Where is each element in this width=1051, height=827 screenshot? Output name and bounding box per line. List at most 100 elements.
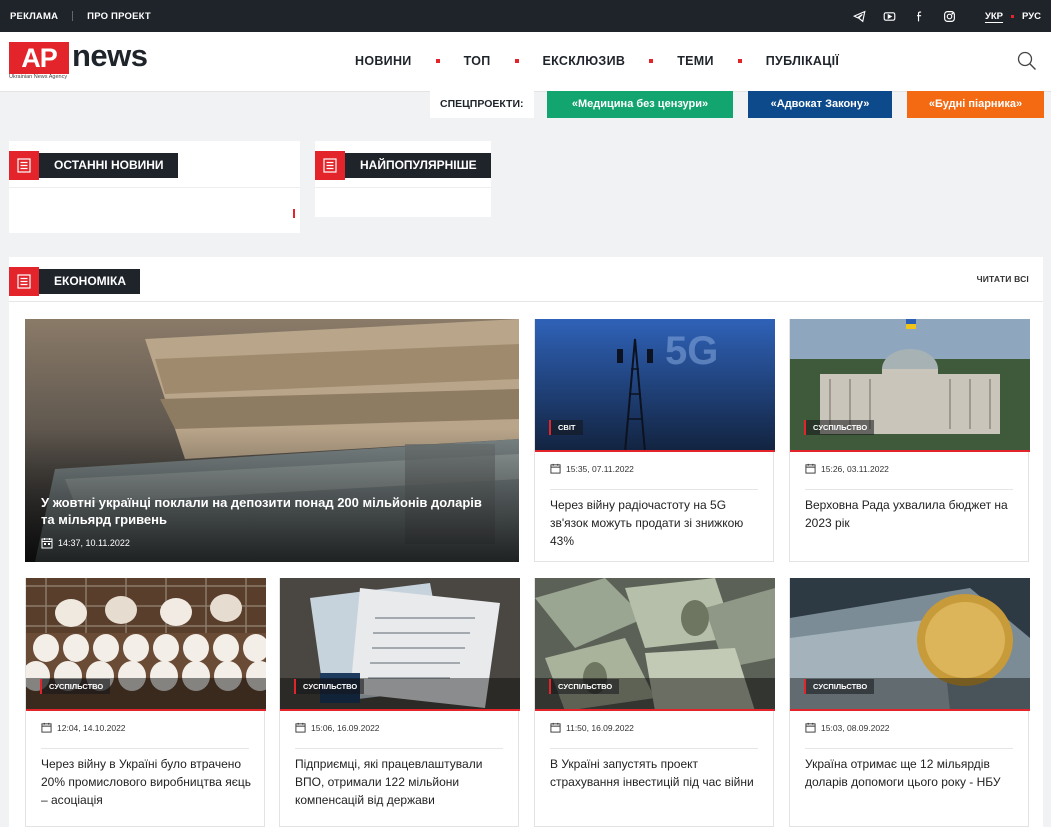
special-project-pr-button[interactable]: «Будні піарника»: [907, 91, 1044, 118]
svg-text:5G: 5G: [665, 329, 718, 373]
special-projects: СПЕЦПРОЕКТИ:: [430, 91, 534, 118]
nav-item-publications[interactable]: ПУБЛІКАЦІЇ: [766, 54, 839, 68]
nav-dot: [435, 59, 440, 63]
featured-title[interactable]: У жовтні українці поклали на депозити по…: [41, 494, 495, 528]
news-list-icon: [315, 151, 345, 180]
card-date: 15:06, 16.09.2022: [311, 722, 380, 733]
logo-mark: AP: [9, 42, 69, 74]
instagram-icon[interactable]: [943, 9, 957, 23]
card-date: 12:04, 14.10.2022: [57, 722, 126, 733]
card-title[interactable]: Підприємці, які працевлаштували ВПО, отр…: [295, 755, 506, 809]
nav-dot: [737, 59, 742, 63]
nav-dot: [649, 59, 654, 63]
calendar-icon: [550, 722, 561, 733]
about-link[interactable]: ПРО ПРОЕКТ: [87, 11, 151, 22]
latest-news-widget: ОСТАННІ НОВИНИ: [9, 141, 300, 233]
calendar-icon: [805, 463, 816, 474]
divider: [315, 187, 491, 188]
card-image: СУСПІЛЬСТВО: [26, 578, 266, 711]
divider: [72, 11, 74, 21]
card-meta: 15:35, 07.11.2022: [550, 463, 634, 474]
widget-title-popular: НАЙПОПУЛЯРНІШЕ: [315, 151, 491, 180]
calendar-icon: [41, 722, 52, 733]
news-card[interactable]: СУСПІЛЬСТВО 12:04, 14.10.2022 Через війн…: [25, 578, 266, 827]
card-title[interactable]: Через війну радіочастоту на 5G зв'язок м…: [550, 496, 761, 550]
card-date: 11:50, 16.09.2022: [566, 722, 634, 733]
special-projects-label: СПЕЦПРОЕКТИ:: [430, 91, 534, 118]
card-image: 5G СВІТ: [535, 319, 775, 452]
nav-item-news[interactable]: НОВИНИ: [355, 54, 412, 68]
featured-date: 14:37, 10.11.2022: [58, 538, 130, 548]
featured-meta: 14:37, 10.11.2022: [41, 537, 130, 549]
divider: [9, 187, 300, 188]
card-meta: 15:06, 16.09.2022: [295, 722, 380, 733]
card-title[interactable]: Україна отримає ще 12 мільярдів доларів …: [805, 755, 1016, 791]
category-badge[interactable]: СУСПІЛЬСТВО: [40, 679, 111, 694]
card-title[interactable]: В Україні запустять проект страхування і…: [550, 755, 761, 791]
widget-title-latest: ОСТАННІ НОВИНИ: [9, 151, 178, 180]
divider: [295, 748, 503, 749]
telegram-icon[interactable]: [853, 9, 867, 23]
nav-item-top[interactable]: ТОП: [464, 54, 491, 68]
card-date: 15:35, 07.11.2022: [566, 463, 634, 474]
card-title[interactable]: Верховна Рада ухвалила бюджет на 2023 рі…: [805, 496, 1016, 532]
featured-article[interactable]: У жовтні українці поклали на депозити по…: [25, 319, 519, 562]
lang-separator: [1011, 14, 1015, 18]
card-date: 15:03, 08.09.2022: [821, 722, 890, 733]
divider: [805, 489, 1013, 490]
lang-ukr[interactable]: УКР: [985, 11, 1003, 22]
calendar-icon: [295, 722, 306, 733]
category-badge[interactable]: СУСПІЛЬСТВО: [804, 420, 875, 435]
card-date: 15:26, 03.11.2022: [821, 463, 889, 474]
popular-widget: НАЙПОПУЛЯРНІШЕ: [315, 141, 491, 217]
news-list-icon: [9, 267, 39, 296]
card-title[interactable]: Через війну в Україні було втрачено 20% …: [41, 755, 252, 809]
card-image: СУСПІЛЬСТВО: [790, 319, 1030, 452]
card-meta: 15:26, 03.11.2022: [805, 463, 889, 474]
site-header: AP news Ukrainian News Agency НОВИНИ ТОП…: [0, 32, 1051, 92]
card-meta: 15:03, 08.09.2022: [805, 722, 890, 733]
top-bar: РЕКЛАМА ПРО ПРОЕКТ УКР РУС: [0, 0, 1051, 32]
divider: [550, 489, 758, 490]
section-title: ЕКОНОМІКА: [9, 267, 140, 296]
facebook-icon[interactable]: [913, 9, 927, 23]
special-project-medicine-button[interactable]: «Медицина без цензури»: [547, 91, 733, 118]
youtube-icon[interactable]: [883, 9, 897, 23]
category-badge[interactable]: СУСПІЛЬСТВО: [294, 679, 365, 694]
divider: [9, 301, 1043, 302]
news-card[interactable]: 5G СВІТ 15:35, 07.11.2022 Через війну ра…: [534, 319, 775, 562]
category-badge[interactable]: СУСПІЛЬСТВО: [549, 679, 620, 694]
nav-item-topics[interactable]: ТЕМИ: [677, 54, 714, 68]
search-icon[interactable]: [1017, 51, 1037, 71]
divider: [805, 748, 1013, 749]
category-badge[interactable]: СУСПІЛЬСТВО: [804, 679, 875, 694]
special-project-lawyer-button[interactable]: «Адвокат Закону»: [748, 91, 892, 118]
category-badge[interactable]: СВІТ: [549, 420, 583, 435]
section-title-text: ЕКОНОМІКА: [54, 274, 126, 288]
news-card[interactable]: СУСПІЛЬСТВО 15:03, 08.09.2022 Україна от…: [789, 578, 1030, 827]
main-nav: НОВИНИ ТОП ЕКСКЛЮЗИВ ТЕМИ ПУБЛІКАЦІЇ: [355, 32, 839, 90]
ads-link[interactable]: РЕКЛАМА: [10, 11, 58, 22]
news-card[interactable]: СУСПІЛЬСТВО 15:26, 03.11.2022 Верховна Р…: [789, 319, 1030, 562]
card-image: СУСПІЛЬСТВО: [280, 578, 520, 711]
read-all-link[interactable]: ЧИТАТИ ВСІ: [977, 274, 1029, 284]
logo-word: news: [72, 38, 148, 73]
divider: [41, 748, 249, 749]
calendar-icon: [41, 538, 53, 549]
scrollbar[interactable]: [293, 209, 295, 218]
news-list-icon: [9, 151, 39, 180]
card-meta: 12:04, 14.10.2022: [41, 722, 126, 733]
news-card[interactable]: СУСПІЛЬСТВО 11:50, 16.09.2022 В Україні …: [534, 578, 775, 827]
card-meta: 11:50, 16.09.2022: [550, 722, 634, 733]
card-image: СУСПІЛЬСТВО: [535, 578, 775, 711]
nav-item-exclusive[interactable]: ЕКСКЛЮЗИВ: [543, 54, 626, 68]
news-card[interactable]: СУСПІЛЬСТВО 15:06, 16.09.2022 Підприємці…: [279, 578, 520, 827]
widget-title-text: НАЙПОПУЛЯРНІШЕ: [360, 158, 477, 172]
calendar-icon: [550, 463, 561, 474]
lang-rus[interactable]: РУС: [1022, 11, 1041, 22]
card-image: СУСПІЛЬСТВО: [790, 578, 1030, 711]
logo-tagline: Ukrainian News Agency: [9, 74, 68, 80]
widget-title-text: ОСТАННІ НОВИНИ: [54, 158, 164, 172]
site-logo[interactable]: AP news Ukrainian News Agency: [9, 38, 154, 82]
nav-dot: [514, 59, 519, 63]
